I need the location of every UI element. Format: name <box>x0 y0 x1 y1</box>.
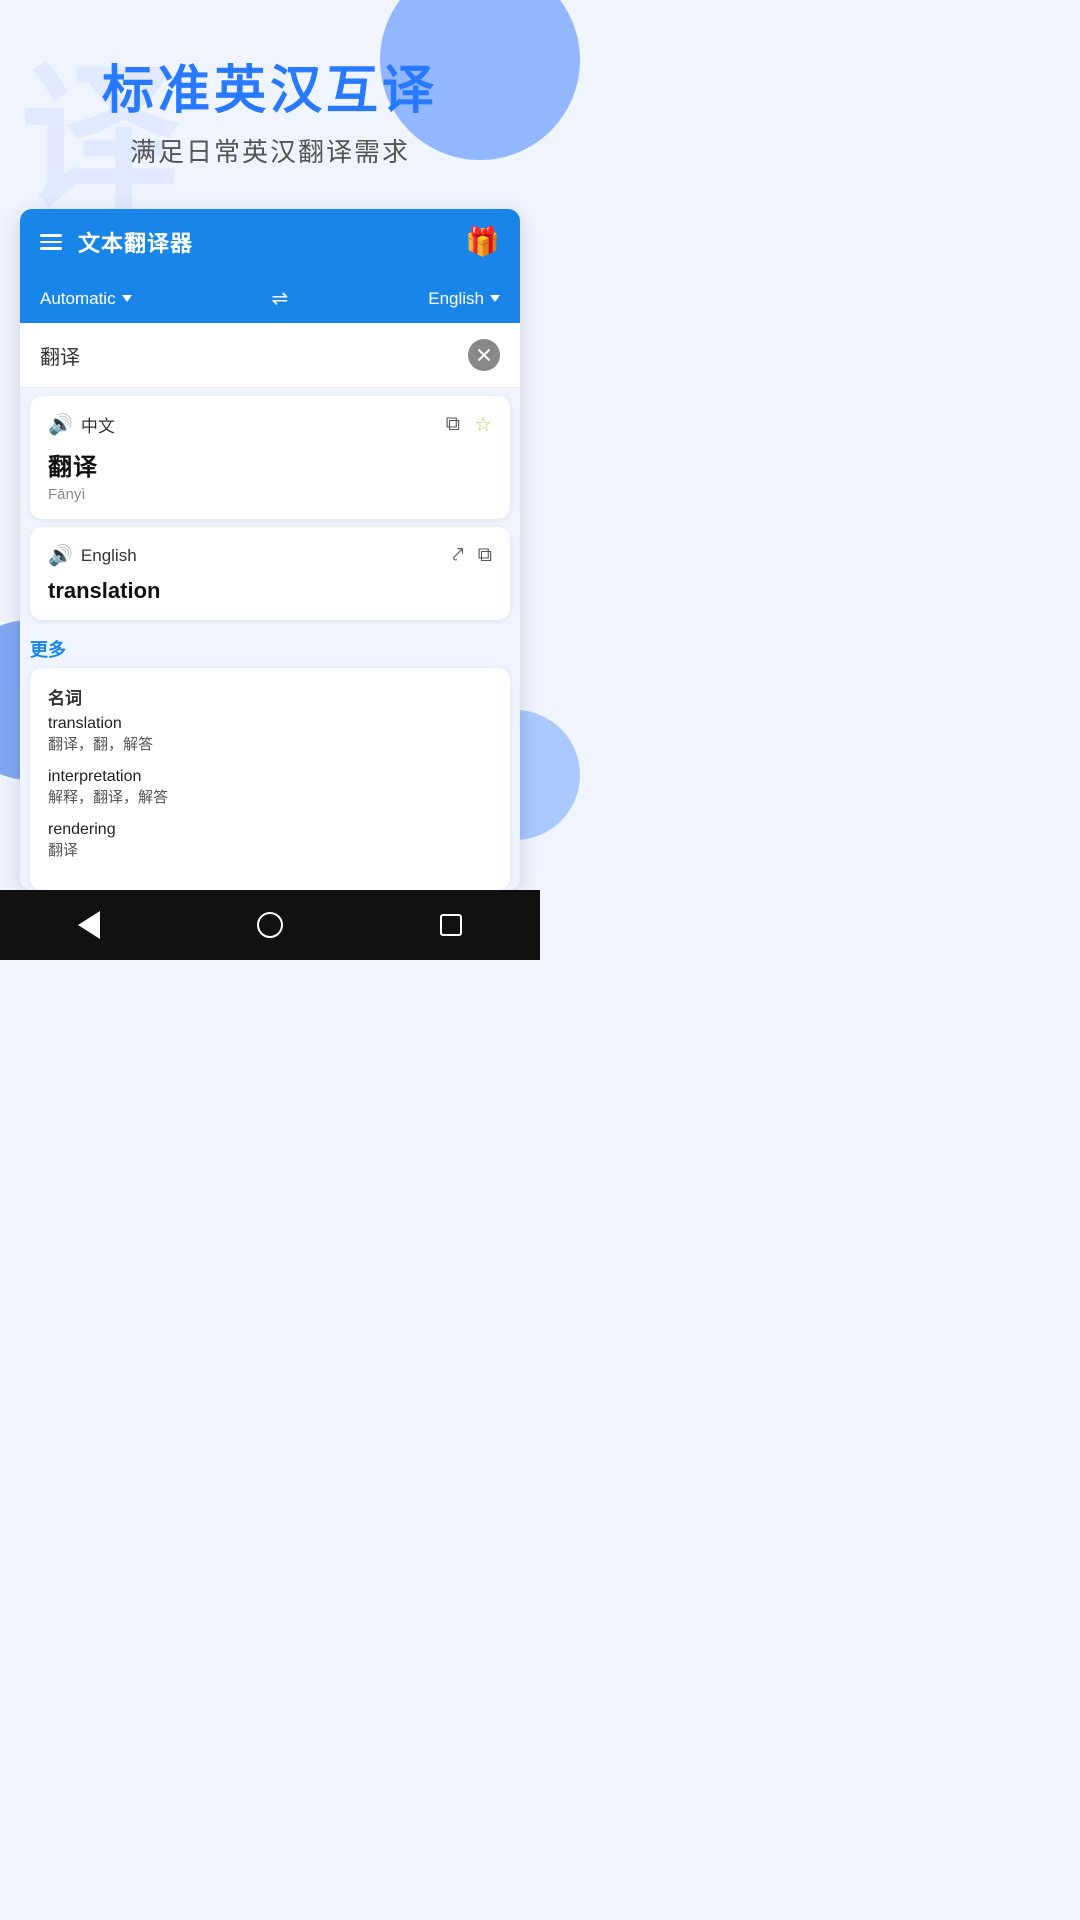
chinese-pinyin: Fānyì <box>48 486 492 503</box>
chinese-main-text: 翻译 <box>48 447 492 482</box>
app-container: 文本翻译器 🎁 Automatic ⇌ English 翻译 🔊 中文 <box>20 209 520 890</box>
more-card: 名词 translation 翻译，翻，解答 interpretation 解释… <box>30 668 510 890</box>
chinese-result-header-left: 🔊 中文 <box>48 412 115 437</box>
english-result-header-left: 🔊 English <box>48 543 137 568</box>
more-pos: 名词 <box>48 684 492 709</box>
chinese-star-icon[interactable]: ☆ <box>474 412 492 437</box>
more-section: 更多 名词 translation 翻译，翻，解答 interpretation… <box>30 628 510 890</box>
more-item-1-meaning: 解释，翻译，解答 <box>48 786 492 807</box>
english-lang-label: English <box>81 546 137 566</box>
menu-icon[interactable] <box>40 234 62 250</box>
input-card: 翻译 <box>20 323 520 388</box>
english-result-header: 🔊 English ⤤ ⧉ <box>48 543 492 568</box>
chinese-sound-icon[interactable]: 🔊 <box>48 412 73 437</box>
english-translation-text: translation <box>48 578 492 604</box>
hamburger-line-1 <box>40 234 62 237</box>
chinese-lang-label: 中文 <box>81 412 115 437</box>
chinese-result-card: 🔊 中文 ⧉ ☆ 翻译 Fānyì <box>30 396 510 519</box>
nav-back-button[interactable] <box>78 911 100 939</box>
more-item-2-word: rendering <box>48 821 492 839</box>
english-copy-icon[interactable]: ⧉ <box>478 544 492 567</box>
more-label: 更多 <box>30 628 510 668</box>
more-item-1: interpretation 解释，翻译，解答 <box>48 768 492 807</box>
hamburger-line-2 <box>40 241 62 244</box>
main-content: 翻译 🔊 中文 ⧉ ☆ 翻译 Fānyì 🔊 <box>20 323 520 890</box>
chinese-card-actions: ⧉ ☆ <box>446 412 492 437</box>
english-result-card: 🔊 English ⤤ ⧉ translation <box>30 527 510 620</box>
more-item-1-word: interpretation <box>48 768 492 786</box>
page-subtitle: 满足日常英汉翻译需求 <box>40 132 500 169</box>
source-lang-label: Automatic <box>40 289 116 309</box>
more-item-2: rendering 翻译 <box>48 821 492 860</box>
source-lang-arrow-icon <box>122 295 132 302</box>
app-header: 文本翻译器 🎁 <box>20 209 520 274</box>
app-header-left: 文本翻译器 <box>40 226 193 258</box>
header-section: 标准英汉互译 满足日常英汉翻译需求 <box>0 0 540 199</box>
hamburger-line-3 <box>40 247 62 250</box>
bottom-nav <box>0 890 540 960</box>
chinese-result-header: 🔊 中文 ⧉ ☆ <box>48 412 492 437</box>
more-item-0-word: translation <box>48 715 492 733</box>
target-lang-label: English <box>428 289 484 309</box>
source-lang-button[interactable]: Automatic <box>40 289 132 309</box>
more-item-0-meaning: 翻译，翻，解答 <box>48 733 492 754</box>
english-card-actions: ⤤ ⧉ <box>452 544 492 567</box>
lang-bar: Automatic ⇌ English <box>20 274 520 323</box>
english-sound-icon[interactable]: 🔊 <box>48 543 73 568</box>
nav-home-icon <box>257 912 283 938</box>
input-text[interactable]: 翻译 <box>40 341 468 370</box>
swap-icon[interactable]: ⇌ <box>272 286 289 311</box>
more-item-0: translation 翻译，翻，解答 <box>48 715 492 754</box>
english-open-icon[interactable]: ⤤ <box>452 544 463 567</box>
clear-button[interactable] <box>468 339 500 371</box>
nav-back-icon <box>78 911 100 939</box>
more-item-2-meaning: 翻译 <box>48 839 492 860</box>
target-lang-arrow-icon <box>490 295 500 302</box>
nav-recents-icon <box>440 914 462 936</box>
gift-icon[interactable]: 🎁 <box>465 225 500 258</box>
target-lang-button[interactable]: English <box>428 289 500 309</box>
page-title: 标准英汉互译 <box>40 60 500 122</box>
nav-home-button[interactable] <box>257 912 283 938</box>
app-title: 文本翻译器 <box>78 226 193 258</box>
chinese-copy-icon[interactable]: ⧉ <box>446 413 460 436</box>
nav-recents-button[interactable] <box>440 914 462 936</box>
